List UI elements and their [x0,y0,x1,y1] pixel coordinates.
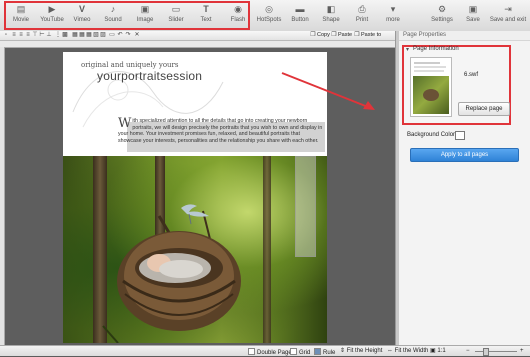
double-page-checkbox[interactable] [248,348,255,355]
rule-toggle[interactable]: Rule [314,348,335,357]
align-middle-icon[interactable]: ⊢ [39,32,45,38]
paste-to-icon: ❐ [354,32,360,38]
vertical-ruler [0,47,5,345]
distribute-icon[interactable]: ⋮ [55,32,61,38]
align-center-icon[interactable]: ≡ [18,32,24,38]
more-button[interactable]: ▾ more [374,3,412,29]
undo-icon[interactable]: ↶ [117,32,123,38]
save-icon: ▣ [468,4,478,14]
layer-up-icon[interactable]: ▦ [72,32,78,38]
body-text-box[interactable]: With specialized attention to all the de… [118,116,323,144]
zoom-slider[interactable] [475,351,517,352]
collapse-arrow-icon[interactable]: ▾ [406,46,409,53]
grid-toggle[interactable]: Grid [290,348,310,357]
save-exit-icon: ⇥ [504,4,512,14]
nest-photo[interactable] [63,156,327,343]
fit-height-button[interactable]: ⇕ Fit the Height [340,348,382,355]
paste-button[interactable]: Paste [338,32,352,39]
selected-element-box[interactable] [295,156,316,257]
lock-icon[interactable]: ▭ [109,32,115,38]
nest-illustration [102,204,241,343]
page-thumbnail [410,57,452,117]
copy-button[interactable]: Copy [317,32,330,39]
align-left-icon[interactable]: ≡ [11,32,17,38]
align-bottom-icon[interactable]: ⊥ [46,32,52,38]
align-top-icon[interactable]: ⊤ [32,32,38,38]
annotation-arrow [281,72,375,110]
page-subheading: original and uniquely yours [81,61,179,69]
dropcap-letter: W [118,116,132,131]
fit-width-icon: ⇔ [387,348,395,354]
page-information-section: ▾ Page Information 6.swf Replace page [402,45,511,125]
double-page-toggle[interactable]: Double Page [248,348,292,357]
more-icon: ▾ [390,4,396,14]
copy-icon: ❐ [310,32,316,38]
page-file-name: 6.swf [464,72,479,78]
replace-page-button[interactable]: Replace page [458,102,510,116]
page-heading: yourportraitsession [97,69,203,83]
group-icon[interactable]: ▧ [93,32,99,38]
page-properties-panel: Page Properties ▾ Page Information 6.swf… [399,31,530,345]
fit-width-button[interactable]: ⇔ Fit the Width [387,348,428,355]
bring-front-icon[interactable]: ▩ [62,32,68,38]
zoom-out-icon[interactable]: − [466,348,470,355]
save-button[interactable]: ▣ Save [454,3,492,29]
paste-icon: ❐ [331,32,337,38]
edit-toolbar: ▫ ≡ ≡ ≡ ⊤ ⊢ ⊥ ⋮ ▩ ▦ ▦ ▦ ▧ ▨ ▭ ↶ ↷ ✕ ❐ Co… [0,31,398,41]
layer-down-icon[interactable]: ▦ [79,32,85,38]
background-color-label: Background Color [407,132,456,138]
paste-to-button[interactable]: Paste to [361,32,381,39]
status-bar: Double Page Grid Rule ⇕ Fit the Height ⇔… [0,345,530,356]
panel-header: Page Properties [399,31,530,41]
background-color-picker[interactable] [455,131,465,140]
send-back-icon[interactable]: ▦ [86,32,92,38]
body-paragraph: ith specialized attention to all the det… [118,118,323,144]
ungroup-icon[interactable]: ▨ [100,32,106,38]
delete-icon[interactable]: ✕ [134,32,140,38]
rule-checkbox[interactable] [314,348,321,355]
panel-title: Page Properties [403,32,447,38]
grid-checkbox[interactable] [290,348,297,355]
main-toolbar: ▤ Movie ▶ YouTube V Vimeo ♪ Sound ▣ Imag… [0,0,530,32]
redo-icon[interactable]: ↷ [125,32,131,38]
save-and-exit-button[interactable]: ⇥ Save and exit [489,3,527,29]
fit-height-icon: ⇕ [340,348,347,354]
page-information-label: Page Information [413,46,459,52]
align-right-icon[interactable]: ≡ [25,32,31,38]
horizontal-ruler [0,41,398,48]
actual-size-button[interactable]: ▣ 1:1 [430,348,446,355]
page-editor: ▫ ≡ ≡ ≡ ⊤ ⊢ ⊥ ⋮ ▩ ▦ ▦ ▦ ▧ ▨ ▭ ↶ ↷ ✕ ❐ Co… [0,31,398,345]
select-tool-icon[interactable]: ▫ [3,32,9,38]
apply-to-all-pages-button[interactable]: Apply to all pages [410,148,519,162]
zoom-in-icon[interactable]: + [520,348,524,355]
